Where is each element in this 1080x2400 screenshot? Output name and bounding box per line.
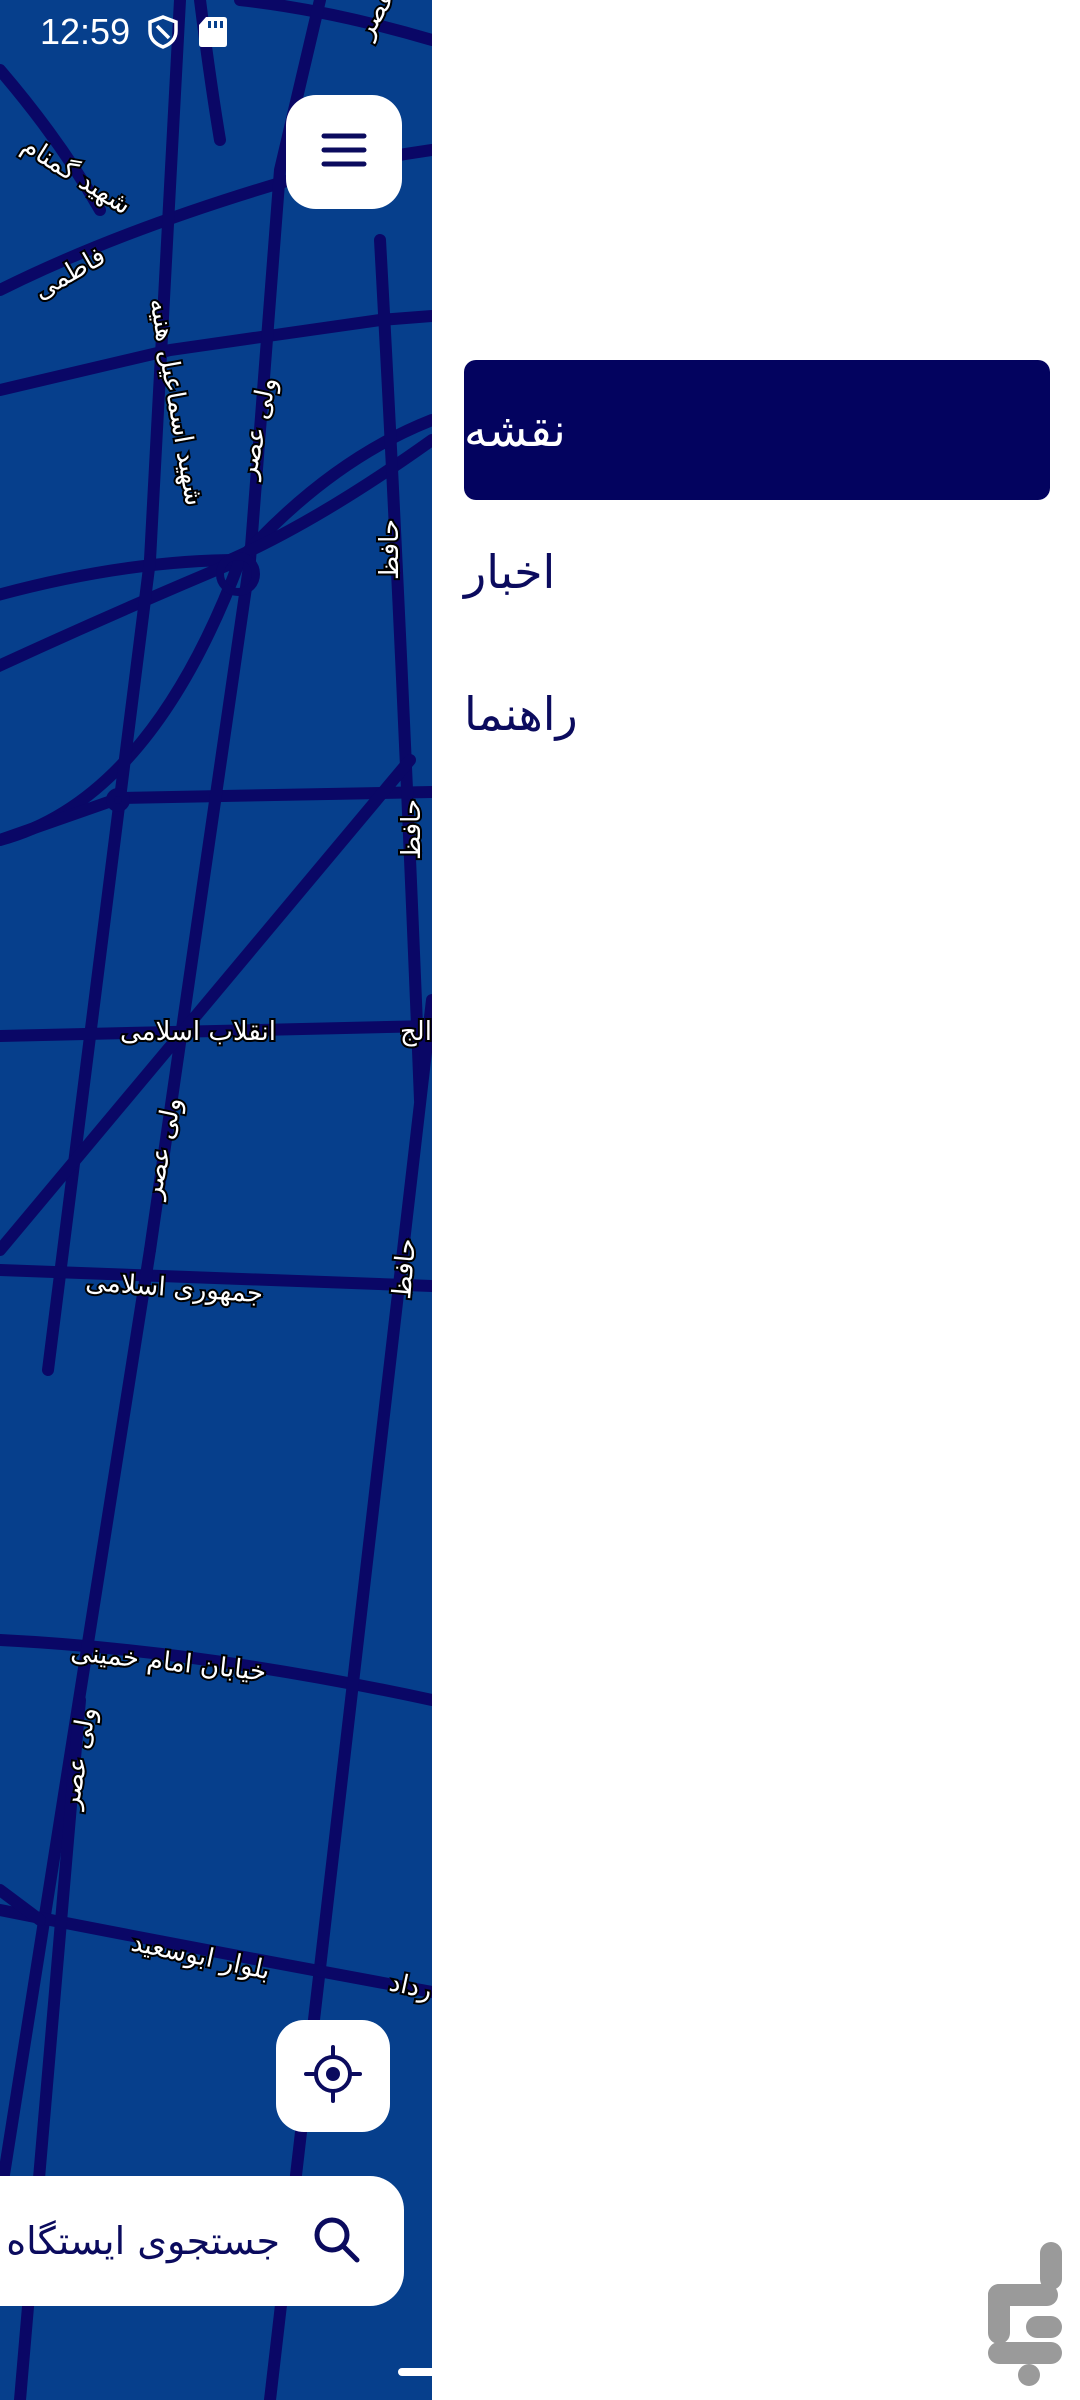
drawer-item-label: نقشه [464, 403, 566, 457]
street-label: حافظ [387, 1237, 422, 1300]
status-time: 12:59 [40, 11, 131, 52]
drawer-item-map[interactable]: نقشه [464, 360, 1050, 500]
drawer-drag-handle[interactable] [398, 2368, 440, 2376]
status-bar: 12:59 [40, 6, 230, 58]
navigation-drawer: نقشه اخبار راهنما [432, 0, 1080, 2400]
drawer-item-news[interactable]: اخبار [464, 502, 1050, 642]
street-label: ولی عصر [55, 1705, 103, 1813]
drawer-item-label: راهنما [464, 687, 578, 741]
street-label: انقلاب اسلامی [120, 1017, 276, 1047]
street-label: حافظ [375, 519, 405, 580]
street-label: شهید گمنام [16, 130, 137, 221]
crosshair-icon [303, 2044, 363, 2108]
street-label: فاطمی [29, 241, 111, 306]
sd-card-icon [196, 15, 230, 49]
hamburger-icon [320, 131, 368, 173]
drawer-item-guide[interactable]: راهنما [464, 644, 1050, 784]
street-label: بلوار ابوسعید [129, 1928, 273, 1987]
street-label: ولی عصر [137, 1095, 188, 1204]
street-label: ولی عصر [232, 375, 283, 484]
street-label: رداد [387, 1968, 432, 2006]
menu-button[interactable] [286, 95, 402, 209]
search-placeholder[interactable]: جستجوی ایستگاه [6, 2219, 280, 2263]
search-icon [310, 2213, 362, 2269]
street-label: الج [400, 1017, 432, 1047]
street-label: حافظ [397, 799, 427, 860]
street-label: خیابان امام خمینی [69, 1637, 267, 1687]
shield-icon [146, 15, 180, 49]
station-search-bar[interactable]: جستجوی ایستگاه [0, 2176, 404, 2306]
locate-me-button[interactable] [276, 2020, 390, 2132]
bazaar-logo-icon [974, 2238, 1080, 2388]
drawer-item-label: اخبار [464, 545, 556, 599]
